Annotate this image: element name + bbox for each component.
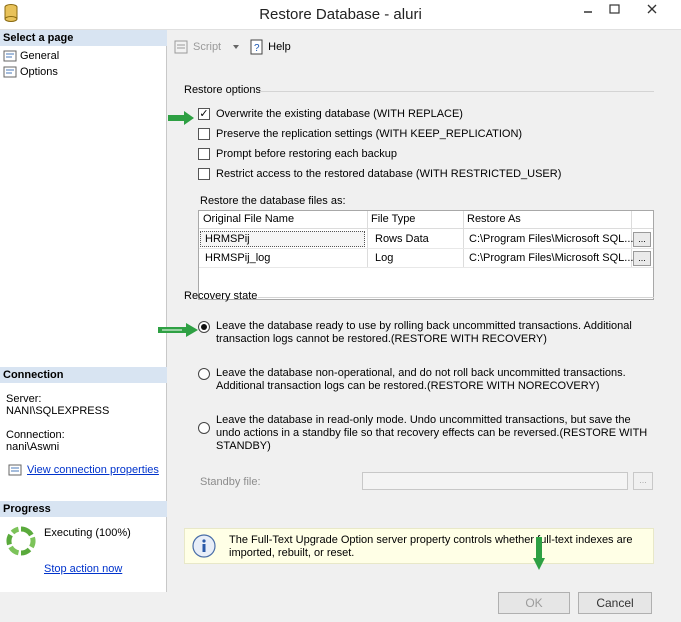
checkbox-label: Prompt before restoring each backup [216, 148, 397, 160]
script-button[interactable]: Script [174, 40, 221, 54]
checkbox-box[interactable] [198, 128, 210, 140]
restore-options-label: Restore options [184, 84, 262, 96]
properties-icon [8, 464, 22, 476]
progress-spinner-icon [6, 526, 36, 556]
annotation-arrow-icon [168, 111, 194, 125]
ok-button[interactable]: OK [498, 592, 570, 614]
table-row[interactable]: HRMSPij Rows Data C:\Program Files\Micro… [199, 230, 653, 249]
files-label: Restore the database files as: [200, 195, 346, 207]
checkbox-prompt-before-restore[interactable]: Prompt before restoring each backup [198, 148, 397, 160]
page-item-general[interactable]: General [3, 48, 59, 63]
cell-restore-as[interactable]: C:\Program Files\Microsoft SQL... [469, 252, 633, 264]
toolbar: Script ? Help [174, 38, 291, 56]
grid-header: Original File Name File Type Restore As [199, 211, 653, 229]
view-connection-properties-link[interactable]: View connection properties [8, 464, 159, 476]
stop-action-link[interactable]: Stop action now [44, 563, 122, 575]
checkbox-box[interactable] [198, 168, 210, 180]
help-label: Help [268, 41, 291, 53]
group-divider [260, 91, 654, 92]
cell-original-file-name: HRMSPij_log [205, 252, 271, 264]
restore-files-grid: Original File Name File Type Restore As … [198, 210, 654, 300]
checkbox-label: Overwrite the existing database (WITH RE… [216, 108, 463, 120]
radio-restore-with-standby[interactable]: Leave the database in read-only mode. Un… [198, 414, 656, 453]
page-icon [3, 66, 17, 77]
connection-label: Connection: [6, 429, 65, 441]
page-icon [3, 50, 17, 61]
chevron-down-icon[interactable] [231, 42, 241, 52]
info-message-box: The Full-Text Upgrade Option server prop… [184, 528, 654, 564]
checkbox-box[interactable] [198, 148, 210, 160]
radio-label: Leave the database ready to use by rolli… [216, 320, 632, 345]
annotation-arrow-icon [533, 537, 545, 570]
checkbox-restricted-user[interactable]: Restrict access to the restored database… [198, 168, 561, 180]
minimize-icon[interactable] [575, 2, 601, 16]
radio-restore-with-norecovery[interactable]: Leave the database non-operational, and … [198, 367, 656, 393]
radio-restore-with-recovery[interactable]: Leave the database ready to use by rolli… [198, 320, 656, 346]
standby-file-label: Standby file: [200, 476, 261, 488]
info-message-text: The Full-Text Upgrade Option server prop… [229, 534, 633, 559]
checkbox-label: Restrict access to the restored database… [216, 168, 562, 180]
help-button[interactable]: ? Help [249, 39, 291, 55]
close-icon[interactable] [630, 2, 674, 16]
cell-file-type: Log [375, 252, 394, 264]
column-header-original-file-name[interactable]: Original File Name [203, 213, 294, 225]
help-icon: ? [250, 39, 263, 55]
server-value: NANI\SQLEXPRESS [6, 405, 110, 417]
content-panel: Restore options ✓ Overwrite the existing… [168, 70, 658, 580]
checkbox-keep-replication[interactable]: Preserve the replication settings (WITH … [198, 128, 522, 140]
column-header-restore-as[interactable]: Restore As [467, 213, 521, 225]
left-pane: Select a page General Options Connection… [0, 30, 167, 592]
radio-label: Leave the database in read-only mode. Un… [216, 414, 648, 452]
svg-text:?: ? [254, 43, 260, 54]
checkbox-with-replace[interactable]: ✓ Overwrite the existing database (WITH … [198, 108, 463, 120]
connection-value: nani\Aswni [6, 441, 60, 453]
radio-label: Leave the database non-operational, and … [216, 367, 626, 392]
browse-button[interactable]: ... [633, 251, 651, 266]
page-label: Options [20, 65, 58, 78]
info-icon [192, 534, 216, 558]
annotation-arrow-icon [158, 323, 198, 337]
cancel-button[interactable]: Cancel [578, 592, 652, 614]
script-label: Script [193, 41, 222, 53]
page-item-options[interactable]: Options [3, 64, 58, 79]
browse-button[interactable]: ... [633, 232, 651, 247]
recovery-state-label: Recovery state [184, 290, 258, 302]
standby-file-input[interactable] [362, 472, 628, 490]
cell-original-file-name: HRMSPij [205, 233, 250, 245]
radio-button[interactable] [198, 422, 210, 434]
column-header-file-type[interactable]: File Type [371, 213, 415, 225]
cell-file-type: Rows Data [375, 233, 429, 245]
options-page: Script ? Help Restore options ✓ Overwrit… [158, 30, 681, 614]
radio-button[interactable] [198, 368, 210, 380]
table-row[interactable]: HRMSPij_log Log C:\Program Files\Microso… [199, 249, 653, 268]
connection-header: Connection [0, 367, 167, 383]
standby-browse-button[interactable]: ... [633, 472, 653, 490]
page-label: General [20, 49, 60, 62]
view-connection-properties-text[interactable]: View connection properties [27, 464, 159, 476]
cell-restore-as[interactable]: C:\Program Files\Microsoft SQL... [469, 233, 633, 245]
progress-status: Executing (100%) [44, 527, 131, 539]
script-icon [174, 40, 188, 54]
maximize-icon[interactable] [601, 2, 627, 16]
select-page-header: Select a page [0, 30, 167, 46]
progress-header: Progress [0, 501, 167, 517]
group-divider [258, 297, 654, 298]
checkbox-label: Preserve the replication settings (WITH … [216, 128, 523, 140]
server-label: Server: [6, 393, 42, 405]
title-bar: Restore Database - aluri [0, 0, 681, 30]
checkbox-box[interactable]: ✓ [198, 108, 210, 120]
